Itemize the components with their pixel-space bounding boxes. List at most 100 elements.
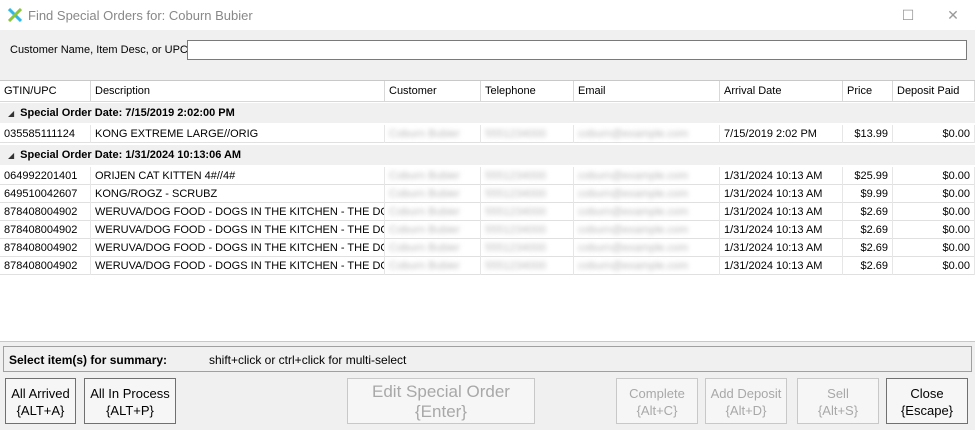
column-header-arrival[interactable]: Arrival Date xyxy=(720,81,843,102)
sell-button[interactable]: Sell {Alt+S} xyxy=(797,378,879,424)
table-cell: Coburn Bubier xyxy=(385,257,481,275)
summary-label: Select item(s) for summary: xyxy=(9,353,168,367)
table-cell: Coburn Bubier xyxy=(385,167,481,185)
group-label: Special Order Date: 7/15/2019 2:02:00 PM xyxy=(20,107,235,119)
table-row[interactable]: 878408004902 WERUVA/DOG FOOD - DOGS IN TH… xyxy=(0,221,975,239)
maximize-icon[interactable]: ☐ xyxy=(893,5,923,25)
table-cell: 5551234000 xyxy=(481,257,574,275)
table-cell: 1/31/2024 10:13 AM xyxy=(720,257,843,275)
close-icon[interactable]: ✕ xyxy=(938,5,968,25)
complete-button[interactable]: Complete {Alt+C} xyxy=(616,378,698,424)
cell-phone: 5551234000 xyxy=(485,260,547,272)
search-input[interactable] xyxy=(187,40,967,60)
cell-deposit: $0.00 xyxy=(942,206,970,218)
column-header-phone[interactable]: Telephone xyxy=(481,81,574,102)
cell-customer: Coburn Bubier xyxy=(389,170,460,182)
group-row[interactable]: ◢ Special Order Date: 1/31/2024 10:13:06 … xyxy=(0,145,975,165)
cell-customer: Coburn Bubier xyxy=(389,260,460,272)
special-orders-grid: GTIN/UPC Description Customer Telephone Emai… xyxy=(0,80,975,342)
cell-email: coburn@example.com xyxy=(578,206,689,218)
cell-customer: Coburn Bubier xyxy=(389,128,460,140)
search-label: Customer Name, Item Desc, or UPC: xyxy=(10,44,191,56)
cell-price: $2.69 xyxy=(860,224,888,236)
cell-customer: Coburn Bubier xyxy=(389,206,460,218)
table-cell: 5551234000 xyxy=(481,239,574,257)
cell-price: $2.69 xyxy=(860,242,888,254)
cell-upc: 649510042607 xyxy=(4,188,78,200)
group-row[interactable]: ◢ Special Order Date: 7/15/2019 2:02:00 P… xyxy=(0,103,975,123)
table-row[interactable]: 878408004902 WERUVA/DOG FOOD - DOGS IN TH… xyxy=(0,203,975,221)
column-header-deposit[interactable]: Deposit Paid xyxy=(893,81,975,102)
cell-upc: 878408004902 xyxy=(4,224,78,236)
table-cell: coburn@example.com xyxy=(574,203,720,221)
table-cell: 064992201401 xyxy=(0,167,91,185)
table-row[interactable]: 035585111124 KONG EXTREME LARGE//ORIG Cobu… xyxy=(0,125,975,143)
table-cell: 1/31/2024 10:13 AM xyxy=(720,167,843,185)
cell-phone: 5551234000 xyxy=(485,170,547,182)
edit-special-order-button[interactable]: Edit Special Order {Enter} xyxy=(347,378,535,424)
all-arrived-button[interactable]: All Arrived {ALT+A} xyxy=(5,378,76,424)
cell-email: coburn@example.com xyxy=(578,170,689,182)
window-title: Find Special Orders for: Coburn Bubier xyxy=(28,8,253,23)
find-special-orders-window: Find Special Orders for: Coburn Bubier ☐… xyxy=(0,0,975,430)
cell-phone: 5551234000 xyxy=(485,128,547,140)
cell-price: $2.69 xyxy=(860,260,888,272)
table-cell: 878408004902 xyxy=(0,203,91,221)
table-cell: $0.00 xyxy=(893,221,975,239)
table-cell: $2.69 xyxy=(843,203,893,221)
cell-arrival: 1/31/2024 10:13 AM xyxy=(724,260,823,272)
cell-phone: 5551234000 xyxy=(485,224,547,236)
expand-triangle-icon[interactable]: ◢ xyxy=(8,104,14,124)
column-header-customer[interactable]: Customer xyxy=(385,81,481,102)
column-header-email[interactable]: Email xyxy=(574,81,720,102)
table-cell: coburn@example.com xyxy=(574,239,720,257)
column-header-desc[interactable]: Description xyxy=(91,81,385,102)
cell-upc: 064992201401 xyxy=(4,170,78,182)
table-cell: 878408004902 xyxy=(0,239,91,257)
close-button[interactable]: Close {Escape} xyxy=(886,378,968,424)
table-cell: $0.00 xyxy=(893,203,975,221)
table-row[interactable]: 878408004902 WERUVA/DOG FOOD - DOGS IN TH… xyxy=(0,257,975,275)
column-header-price[interactable]: Price xyxy=(843,81,893,102)
add-deposit-button[interactable]: Add Deposit {Alt+D} xyxy=(705,378,787,424)
all-in-process-button[interactable]: All In Process {ALT+P} xyxy=(84,378,176,424)
table-cell: 5551234000 xyxy=(481,203,574,221)
cell-deposit: $0.00 xyxy=(942,170,970,182)
table-cell: $0.00 xyxy=(893,185,975,203)
summary-bar: Select item(s) for summary: shift+click … xyxy=(3,346,972,372)
table-cell: 5551234000 xyxy=(481,221,574,239)
cell-customer: Coburn Bubier xyxy=(389,188,460,200)
table-cell: $2.69 xyxy=(843,221,893,239)
table-cell: 5551234000 xyxy=(481,125,574,143)
expand-triangle-icon[interactable]: ◢ xyxy=(8,146,14,166)
cell-email: coburn@example.com xyxy=(578,260,689,272)
table-row[interactable]: 878408004902 WERUVA/DOG FOOD - DOGS IN TH… xyxy=(0,239,975,257)
cell-phone: 5551234000 xyxy=(485,242,547,254)
table-cell: Coburn Bubier xyxy=(385,203,481,221)
cell-arrival: 1/31/2024 10:13 AM xyxy=(724,242,823,254)
table-cell: $13.99 xyxy=(843,125,893,143)
grid-header: GTIN/UPC Description Customer Telephone Emai… xyxy=(0,81,975,102)
cell-arrival: 1/31/2024 10:13 AM xyxy=(724,206,823,218)
cell-email: coburn@example.com xyxy=(578,128,689,140)
cell-desc: KONG EXTREME LARGE//ORIG xyxy=(95,128,259,140)
cell-desc: WERUVA/DOG FOOD - DOGS IN THE KITCHEN - … xyxy=(95,242,385,254)
table-cell: $0.00 xyxy=(893,239,975,257)
table-cell: 7/15/2019 2:02 PM xyxy=(720,125,843,143)
cell-deposit: $0.00 xyxy=(942,224,970,236)
table-cell: $2.69 xyxy=(843,239,893,257)
cell-deposit: $0.00 xyxy=(942,128,970,140)
table-cell: $0.00 xyxy=(893,257,975,275)
table-cell: $0.00 xyxy=(893,125,975,143)
table-cell: WERUVA/DOG FOOD - DOGS IN THE KITCHEN - … xyxy=(91,257,385,275)
table-row[interactable]: 064992201401 ORIJEN CAT KITTEN 4#//4# Cobu… xyxy=(0,167,975,185)
table-row[interactable]: 649510042607 KONG/ROGZ - SCRUBZ Coburn Bub… xyxy=(0,185,975,203)
cell-arrival: 1/31/2024 10:13 AM xyxy=(724,170,823,182)
column-header-upc[interactable]: GTIN/UPC xyxy=(0,81,91,102)
cell-customer: Coburn Bubier xyxy=(389,242,460,254)
table-cell: Coburn Bubier xyxy=(385,221,481,239)
table-cell: WERUVA/DOG FOOD - DOGS IN THE KITCHEN - … xyxy=(91,221,385,239)
cell-email: coburn@example.com xyxy=(578,188,689,200)
table-cell: Coburn Bubier xyxy=(385,125,481,143)
cell-email: coburn@example.com xyxy=(578,242,689,254)
